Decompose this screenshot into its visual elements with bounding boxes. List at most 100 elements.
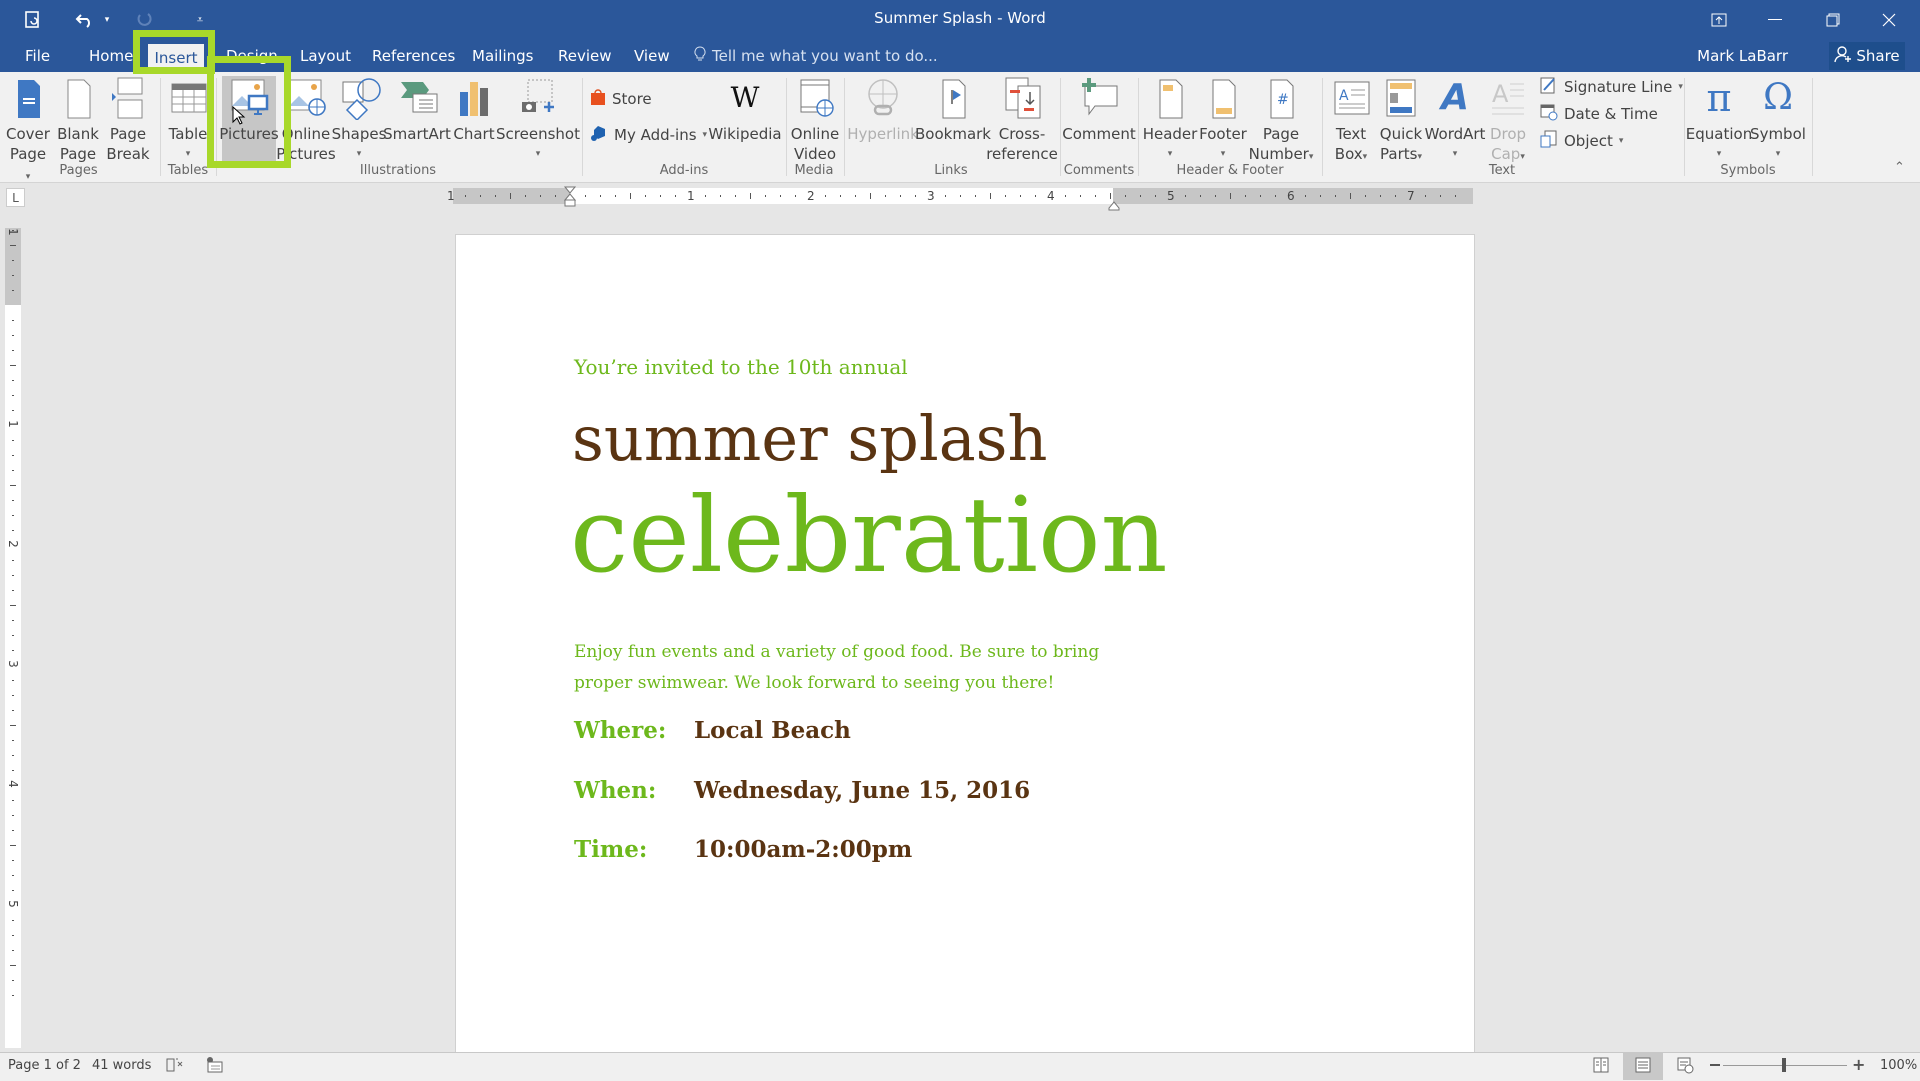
ruler-tick xyxy=(720,195,721,197)
ruler-tick xyxy=(12,515,14,516)
tab-view[interactable]: View xyxy=(626,44,678,68)
ruler-tick xyxy=(12,815,14,816)
ruler-number: 2 xyxy=(807,189,815,203)
equation-button[interactable]: π Equation ▾ xyxy=(1686,76,1752,164)
bookmark-button[interactable]: Bookmark xyxy=(915,76,991,144)
hyperlink-icon xyxy=(863,76,903,120)
restore-icon[interactable] xyxy=(1810,4,1856,36)
page-count[interactable]: Page 1 of 2 xyxy=(8,1058,81,1073)
when-label: When: xyxy=(574,777,657,804)
footer-button[interactable]: Footer ▾ xyxy=(1198,76,1248,164)
signature-line-button[interactable]: Signature Line ▾ xyxy=(1540,74,1683,100)
read-mode-icon[interactable] xyxy=(1592,1056,1610,1078)
ruler-number: 1 xyxy=(687,189,695,203)
share-person-icon xyxy=(1834,45,1852,67)
shapes-button[interactable]: Shapes ▾ xyxy=(332,76,386,164)
tab-selector[interactable]: L xyxy=(6,188,25,207)
ruler-tick xyxy=(510,193,511,199)
ruler-tick xyxy=(1350,193,1351,199)
symbol-button[interactable]: Ω Symbol ▾ xyxy=(1750,76,1806,164)
table-button[interactable]: Table ▾ xyxy=(166,76,210,164)
collapse-ribbon-icon[interactable]: ⌃ xyxy=(1894,160,1905,175)
ruler-tick xyxy=(1455,195,1456,197)
ruler-tick xyxy=(855,195,856,197)
ruler-tick xyxy=(1080,195,1081,197)
chart-button[interactable]: Chart xyxy=(450,76,498,144)
object-button[interactable]: Object ▾ xyxy=(1540,128,1623,154)
zoom-slider-thumb[interactable] xyxy=(1782,1058,1786,1072)
online-video-button[interactable]: Online Video xyxy=(790,76,840,164)
cross-reference-button[interactable]: Cross- reference xyxy=(986,76,1058,164)
footer-icon xyxy=(1203,76,1243,120)
web-layout-icon[interactable] xyxy=(1676,1056,1694,1078)
macro-recording-icon[interactable] xyxy=(206,1057,224,1077)
group-separator xyxy=(844,78,845,176)
zoom-level[interactable]: 100% xyxy=(1880,1058,1917,1073)
body-line-2: proper swimwear. We look forward to seei… xyxy=(574,673,1055,693)
proofing-icon[interactable] xyxy=(166,1057,184,1077)
ruler-tick xyxy=(12,620,14,621)
ruler-number: 1 xyxy=(5,420,20,428)
quick-parts-button[interactable]: Quick Parts▾ xyxy=(1378,76,1424,167)
online-video-icon xyxy=(795,76,835,120)
ruler-number: 3 xyxy=(927,189,935,203)
ruler-tick xyxy=(1200,195,1201,197)
comment-icon xyxy=(1079,76,1119,120)
time-label: Time: xyxy=(574,836,648,863)
document-page[interactable]: You’re invited to the 10th annual summer… xyxy=(455,234,1475,1055)
share-label: Share xyxy=(1856,47,1900,65)
ruler-tick xyxy=(495,195,496,197)
text-box-button[interactable]: A Text Box▾ xyxy=(1328,76,1374,167)
group-label-comments: Comments xyxy=(1063,163,1135,178)
smartart-button[interactable]: SmartArt xyxy=(383,76,451,144)
tab-file[interactable]: File xyxy=(17,44,58,68)
zoom-out-button[interactable] xyxy=(1710,1064,1720,1066)
wordart-button[interactable]: A WordArt ▾ xyxy=(1425,76,1486,164)
right-indent-marker[interactable] xyxy=(1108,196,1120,215)
ruler-number: 4 xyxy=(1047,189,1055,203)
ruler-tick xyxy=(1005,195,1006,197)
my-addins-button[interactable]: My Add-ins ▾ xyxy=(590,122,707,148)
group-label-pages: Pages xyxy=(59,163,98,178)
share-button[interactable]: Share xyxy=(1829,42,1905,70)
highlight-insert-tab xyxy=(133,30,215,74)
ruler-tick xyxy=(1320,195,1321,197)
tab-mailings[interactable]: Mailings xyxy=(464,44,541,68)
ruler-tick xyxy=(1425,195,1426,197)
ribbon-display-options-icon[interactable] xyxy=(1696,4,1742,36)
ruler-tick xyxy=(12,410,14,411)
ruler-tick xyxy=(600,195,601,197)
tab-references[interactable]: References xyxy=(364,44,463,68)
word-count[interactable]: 41 words xyxy=(92,1058,151,1073)
ruler-tick xyxy=(10,485,16,486)
comment-button[interactable]: Comment xyxy=(1062,76,1136,144)
ruler-tick xyxy=(1275,195,1276,197)
screenshot-button[interactable]: Screenshot ▾ xyxy=(496,76,580,164)
ruler-number: 7 xyxy=(1407,189,1415,203)
wikipedia-button[interactable]: W Wikipedia xyxy=(706,76,784,144)
ruler-tick xyxy=(12,695,14,696)
ruler-tick xyxy=(1215,195,1216,197)
tab-layout[interactable]: Layout xyxy=(292,44,359,68)
tab-review[interactable]: Review xyxy=(550,44,620,68)
tell-me-search[interactable]: Tell me what you want to do... xyxy=(694,44,938,68)
date-time-button[interactable]: Date & Time xyxy=(1540,101,1658,127)
page-number-button[interactable]: # Page Number▾ xyxy=(1248,76,1314,167)
ruler-tick xyxy=(525,195,526,197)
store-button[interactable]: Store xyxy=(590,86,652,112)
close-icon[interactable] xyxy=(1866,4,1912,36)
header-button[interactable]: Header ▾ xyxy=(1142,76,1198,164)
first-line-indent-marker[interactable] xyxy=(563,186,577,212)
blank-page-button[interactable]: Blank Page xyxy=(56,76,100,164)
ruler-tick xyxy=(1065,195,1066,197)
ruler-tick xyxy=(870,193,871,199)
page-break-button[interactable]: Page Break xyxy=(106,76,150,164)
minimize-icon[interactable] xyxy=(1752,4,1798,36)
ruler-tick xyxy=(12,455,14,456)
svg-text:#: # xyxy=(1277,92,1289,108)
zoom-in-button[interactable]: + xyxy=(1852,1055,1865,1074)
ruler-tick xyxy=(1020,195,1021,197)
ruler-tick xyxy=(10,725,16,726)
user-name[interactable]: Mark LaBarr xyxy=(1697,44,1788,68)
chart-icon xyxy=(454,76,494,120)
